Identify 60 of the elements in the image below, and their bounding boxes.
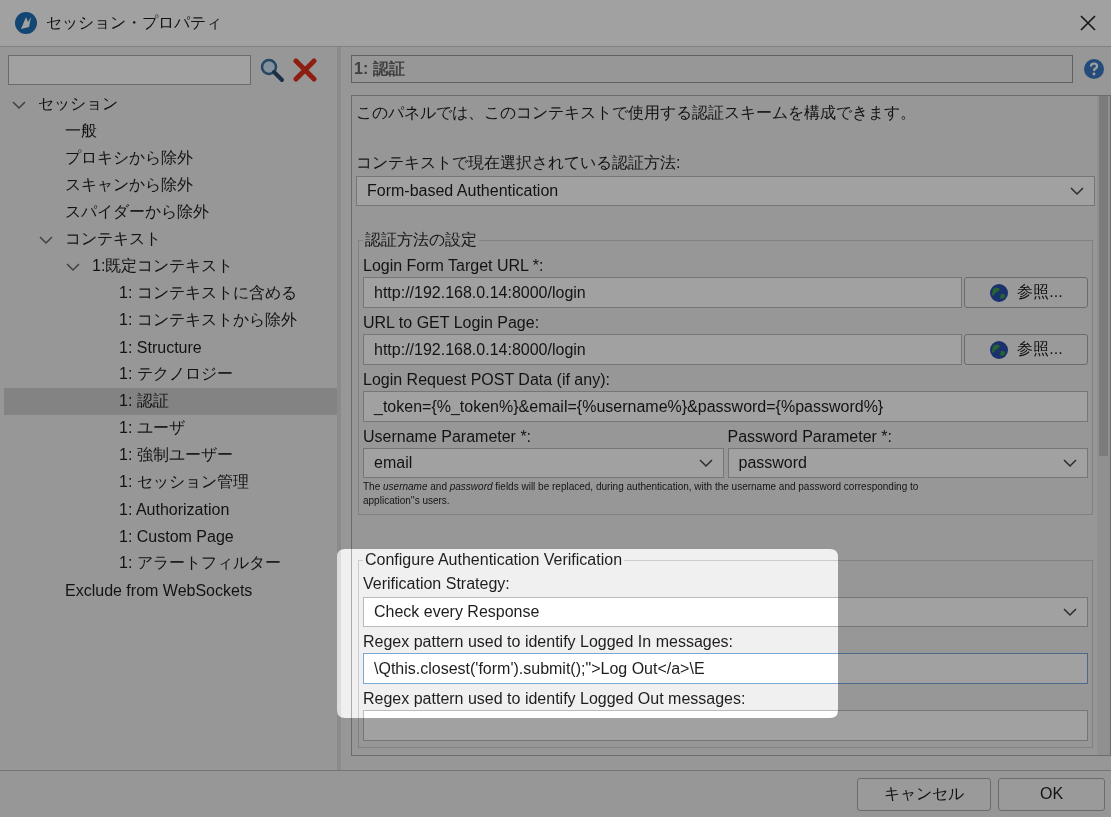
- strategy-dropdown[interactable]: Check every Response: [363, 597, 1088, 627]
- regex-field[interactable]: \Qthis.closest('form').submit();">Log Out</a>\E: [363, 653, 1088, 684]
- tree-item[interactable]: 1: アラートフィルター: [4, 550, 337, 577]
- field-label: Login Form Target URL *:: [363, 256, 545, 276]
- app-logo-icon: [14, 11, 38, 35]
- clear-icon[interactable]: [293, 58, 317, 82]
- tree-item[interactable]: スキャンから除外: [4, 172, 337, 199]
- scrollbar[interactable]: [1097, 96, 1110, 755]
- tree-item[interactable]: プロキシから除外: [4, 145, 337, 172]
- tree-item[interactable]: 1: コンテキストから除外: [4, 307, 337, 334]
- field-label: Login Request POST Data (if any):: [363, 370, 611, 390]
- url-field[interactable]: http://192.168.0.14:8000/login: [363, 277, 962, 308]
- tree-item[interactable]: 1: Custom Page: [4, 523, 337, 550]
- tree-item[interactable]: Exclude from WebSockets: [4, 577, 337, 604]
- tree-item[interactable]: 1: コンテキストに含める: [4, 280, 337, 307]
- tree-item[interactable]: 1: 強制ユーザー: [4, 442, 337, 469]
- window-title: セッション・プロパティ: [46, 12, 222, 33]
- search-icon[interactable]: [259, 57, 285, 83]
- group-title: Configure Authentication Verification: [364, 551, 624, 569]
- help-icon[interactable]: [1083, 58, 1105, 80]
- field-label: Verification Strategy:: [363, 574, 511, 594]
- field-label: URL to GET Login Page:: [363, 313, 541, 333]
- tree-item[interactable]: 1: ユーザ: [4, 415, 337, 442]
- method-dropdown[interactable]: Form-based Authentication: [356, 176, 1095, 206]
- panel-title: 1: 認証: [351, 55, 1073, 83]
- dialog-button[interactable]: OK: [998, 777, 1105, 811]
- field-label: Regex pattern used to identify Logged In messages:: [363, 632, 734, 652]
- field-label: Password Parameter *:: [727, 427, 893, 447]
- tree-item[interactable]: 1:既定コンテキスト: [4, 253, 337, 280]
- tree-item[interactable]: 1: テクノロジー: [4, 361, 337, 388]
- description-text: このパネルでは、このコンテキストで使用する認証スキームを構成できます。: [356, 103, 917, 123]
- chevron-icon[interactable]: [66, 261, 80, 272]
- close-icon[interactable]: [1079, 14, 1097, 32]
- tree-item[interactable]: セッション: [4, 91, 337, 118]
- tree-item[interactable]: 1: セッション管理: [4, 469, 337, 496]
- globe-icon: [989, 282, 1010, 303]
- tree-item[interactable]: スパイダーから除外: [4, 199, 337, 226]
- tree-item[interactable]: 1: Authorization: [4, 496, 337, 523]
- search-field[interactable]: [8, 55, 251, 85]
- regex-field[interactable]: [363, 710, 1088, 741]
- browse-button[interactable]: 参照...: [964, 334, 1088, 365]
- scrollbar-thumb[interactable]: [1099, 96, 1108, 456]
- username-dropdown[interactable]: email: [363, 448, 724, 478]
- tree-item[interactable]: コンテキスト: [4, 226, 337, 253]
- field-label: Username Parameter *:: [363, 427, 533, 447]
- tree-item[interactable]: 1: 認証: [4, 388, 337, 415]
- tree-item[interactable]: 1: Structure: [4, 334, 337, 361]
- chevron-icon[interactable]: [12, 99, 26, 110]
- browse-button[interactable]: 参照...: [964, 277, 1088, 308]
- chevron-icon[interactable]: [39, 234, 53, 245]
- help-note: The username and password fields will be replaced, during authentication, with the username and password corresponding to application''s users.: [363, 480, 920, 508]
- field-label: Regex pattern used to identify Logged Out messages:: [363, 689, 747, 709]
- group-title: 認証方法の設定: [364, 230, 478, 250]
- field-label: コンテキストで現在選択されている認証方法:: [356, 153, 682, 173]
- url-field[interactable]: http://192.168.0.14:8000/login: [363, 334, 962, 365]
- tree-item[interactable]: 一般: [4, 118, 337, 145]
- post-data-field[interactable]: _token={%_token%}&email={%username%}&password={%password%}: [363, 391, 1088, 422]
- password-dropdown[interactable]: password: [727, 448, 1088, 478]
- globe-icon: [989, 339, 1010, 360]
- dialog-button[interactable]: キャンセル: [857, 777, 991, 811]
